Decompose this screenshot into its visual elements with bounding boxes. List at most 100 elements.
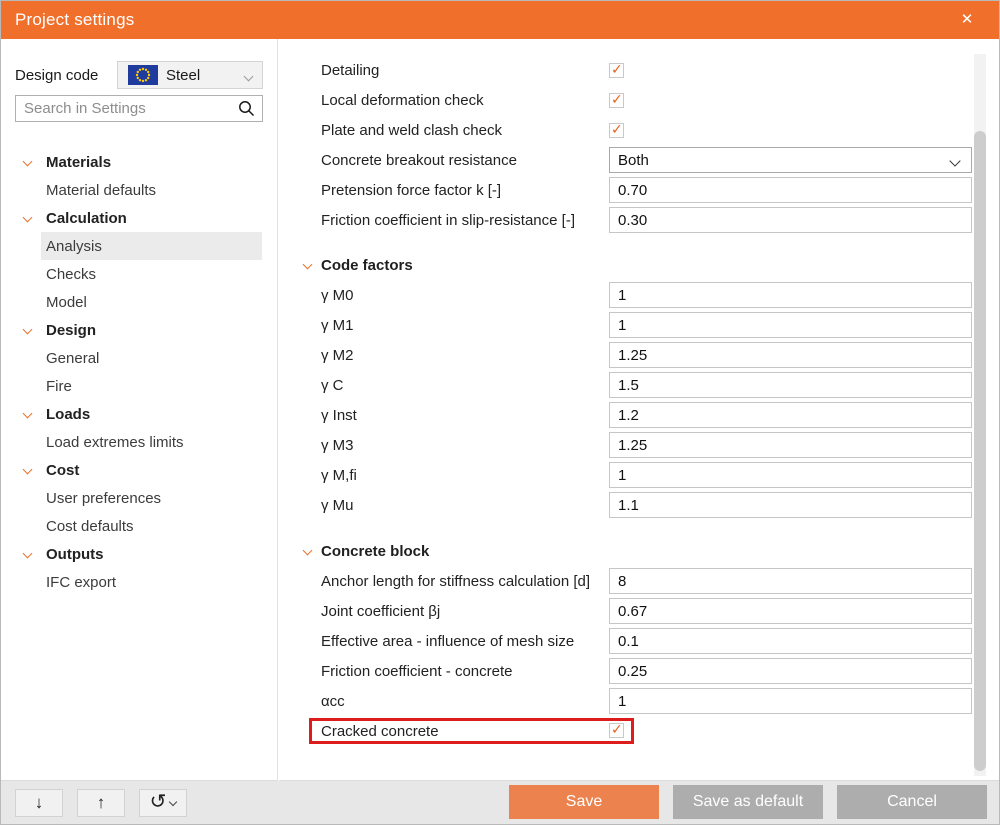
chevron-down-icon (169, 798, 177, 806)
gamma-m3-input[interactable] (609, 432, 972, 458)
sidebar-item-cost-defaults[interactable]: Cost defaults (1, 512, 277, 540)
row-friction-slip-resistance: Friction coefficient in slip-resistance … (279, 205, 999, 235)
cancel-button[interactable]: Cancel (837, 785, 987, 819)
section-code-factors[interactable]: Code factors (279, 250, 999, 280)
row-gamma-mu: γ Mu (279, 490, 999, 520)
sidebar-item-materials[interactable]: Materials (1, 148, 277, 176)
local-deformation-checkbox[interactable]: ✓ (609, 93, 624, 108)
sidebar-item-analysis[interactable]: Analysis (1, 232, 277, 260)
design-code-select[interactable]: Steel (117, 61, 263, 89)
row-gamma-m1: γ M1 (279, 310, 999, 340)
close-icon[interactable]: ✕ (957, 10, 977, 30)
section-concrete-block[interactable]: Concrete block (279, 536, 999, 566)
row-gamma-m0: γ M0 (279, 280, 999, 310)
save-as-default-button[interactable]: Save as default (673, 785, 823, 819)
effective-area-input[interactable] (609, 628, 972, 654)
detailing-checkbox[interactable]: ✓ (609, 63, 624, 78)
search-box (15, 95, 263, 122)
footer-right-buttons: Save Save as default Cancel (509, 785, 987, 819)
gamma-m1-input[interactable] (609, 312, 972, 338)
row-alpha-cc: αcc (279, 686, 999, 716)
footer-left-tools: ↓ ↑ ↺ (15, 789, 187, 817)
row-joint-coefficient: Joint coefficient βj (279, 596, 999, 626)
row-gamma-m3: γ M3 (279, 430, 999, 460)
check-icon: ✓ (611, 121, 623, 138)
cracked-concrete-highlight-box: Cracked concrete ✓ (309, 718, 634, 744)
chevron-down-icon (949, 155, 960, 166)
sidebar-item-general[interactable]: General (1, 344, 277, 372)
row-plate-weld-clash-check: Plate and weld clash check ✓ (279, 115, 999, 145)
row-detailing: Detailing ✓ (279, 55, 999, 85)
footer-bar: ↓ ↑ ↺ Save Save as default Cancel (1, 781, 999, 825)
cracked-concrete-label: Cracked concrete (321, 723, 439, 740)
chevron-down-icon (23, 409, 33, 419)
eu-flag-icon (128, 65, 158, 85)
chevron-down-icon (244, 72, 254, 82)
sidebar-item-outputs[interactable]: Outputs (1, 540, 277, 568)
search-input[interactable] (16, 96, 238, 121)
sidebar-item-cost[interactable]: Cost (1, 456, 277, 484)
gamma-m0-input[interactable] (609, 282, 972, 308)
gamma-mu-input[interactable] (609, 492, 972, 518)
row-friction-concrete: Friction coefficient - concrete (279, 656, 999, 686)
project-settings-dialog: Project settings ✕ Design code Steel (0, 0, 1000, 825)
row-gamma-m2: γ M2 (279, 340, 999, 370)
alpha-cc-input[interactable] (609, 688, 972, 714)
arrow-up-icon: ↑ (97, 793, 106, 813)
check-icon: ✓ (611, 91, 623, 108)
friction-slip-resistance-input[interactable] (609, 207, 972, 233)
row-gamma-c: γ C (279, 370, 999, 400)
settings-tree: Materials Material defaults Calculation … (1, 148, 277, 596)
chevron-down-icon (303, 546, 313, 556)
gamma-inst-input[interactable] (609, 402, 972, 428)
row-effective-area: Effective area - influence of mesh size (279, 626, 999, 656)
gamma-m2-input[interactable] (609, 342, 972, 368)
row-local-deformation-check: Local deformation check ✓ (279, 85, 999, 115)
sidebar-item-design[interactable]: Design (1, 316, 277, 344)
chevron-down-icon (23, 157, 33, 167)
vertical-scrollbar[interactable] (974, 54, 986, 776)
dialog-title: Project settings (15, 10, 134, 30)
plate-weld-clash-checkbox[interactable]: ✓ (609, 123, 624, 138)
scrollbar-thumb[interactable] (974, 131, 986, 771)
design-code-label: Design code (15, 67, 117, 84)
sidebar-item-loads[interactable]: Loads (1, 400, 277, 428)
sidebar-item-model[interactable]: Model (1, 288, 277, 316)
joint-coefficient-input[interactable] (609, 598, 972, 624)
sidebar-item-calculation[interactable]: Calculation (1, 204, 277, 232)
row-gamma-mfi: γ M,fi (279, 460, 999, 490)
row-pretension-force-factor: Pretension force factor k [-] (279, 175, 999, 205)
design-code-value: Steel (166, 67, 200, 84)
design-code-row: Design code Steel (15, 61, 263, 89)
chevron-down-icon (303, 260, 313, 270)
move-up-button[interactable]: ↑ (77, 789, 125, 817)
anchor-length-input[interactable] (609, 568, 972, 594)
sidebar-item-material-defaults[interactable]: Material defaults (1, 176, 277, 204)
arrow-down-icon: ↓ (35, 793, 44, 813)
check-icon: ✓ (611, 61, 623, 78)
cracked-concrete-checkbox[interactable]: ✓ (609, 723, 624, 738)
pretension-force-factor-input[interactable] (609, 177, 972, 203)
settings-sidebar: Design code Steel (1, 39, 278, 781)
sidebar-item-ifc-export[interactable]: IFC export (1, 568, 277, 596)
chevron-down-icon (23, 465, 33, 475)
sidebar-item-checks[interactable]: Checks (1, 260, 277, 288)
friction-concrete-input[interactable] (609, 658, 972, 684)
settings-panel: Detailing ✓ Local deformation check ✓ Pl… (279, 39, 999, 781)
gamma-mfi-input[interactable] (609, 462, 972, 488)
chevron-down-icon (23, 325, 33, 335)
sidebar-item-load-extremes-limits[interactable]: Load extremes limits (1, 428, 277, 456)
sidebar-item-user-preferences[interactable]: User preferences (1, 484, 277, 512)
row-anchor-length: Anchor length for stiffness calculation … (279, 566, 999, 596)
chevron-down-icon (23, 213, 33, 223)
row-concrete-breakout-resistance: Concrete breakout resistance Both (279, 145, 999, 175)
reset-button[interactable]: ↺ (139, 789, 187, 817)
sidebar-item-fire[interactable]: Fire (1, 372, 277, 400)
gamma-c-input[interactable] (609, 372, 972, 398)
check-icon: ✓ (611, 721, 623, 738)
save-button[interactable]: Save (509, 785, 659, 819)
concrete-breakout-select[interactable]: Both (609, 147, 972, 173)
search-icon (238, 100, 255, 117)
reset-icon: ↺ (150, 792, 167, 812)
move-down-button[interactable]: ↓ (15, 789, 63, 817)
